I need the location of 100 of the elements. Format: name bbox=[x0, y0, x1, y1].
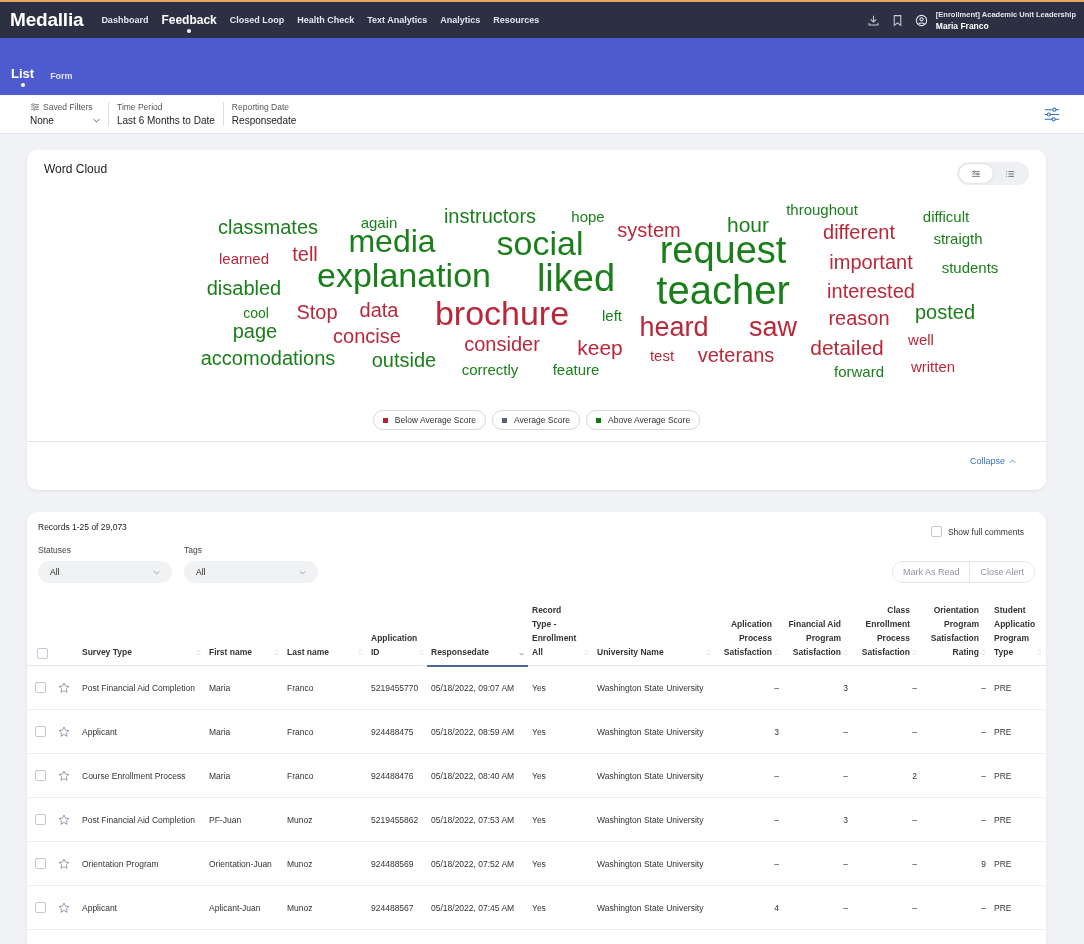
column-header[interactable]: Application ID bbox=[367, 603, 427, 666]
sort-icon[interactable] bbox=[584, 648, 589, 658]
column-header[interactable]: Record Type - Enrollment All bbox=[528, 603, 593, 666]
sort-icon[interactable] bbox=[196, 648, 201, 658]
star-icon[interactable] bbox=[58, 857, 70, 870]
cloud-word[interactable]: forward bbox=[834, 363, 884, 379]
cloud-word[interactable]: keep bbox=[577, 336, 623, 358]
cloud-word[interactable]: instructors bbox=[443, 206, 537, 226]
row-checkbox[interactable] bbox=[35, 814, 46, 826]
settings-sliders-icon[interactable] bbox=[1044, 106, 1060, 122]
checkbox-label[interactable]: Show full comments bbox=[947, 526, 1024, 537]
cloud-word[interactable]: straigth bbox=[933, 230, 983, 246]
sort-icon[interactable] bbox=[274, 648, 279, 658]
column-header[interactable]: Responsedate bbox=[427, 603, 528, 666]
user-icon[interactable] bbox=[914, 13, 928, 27]
nav-item[interactable]: Feedback bbox=[161, 13, 217, 33]
checkbox[interactable] bbox=[930, 526, 942, 537]
cloud-word[interactable]: interested bbox=[827, 281, 915, 301]
star-icon[interactable] bbox=[58, 725, 70, 738]
cloud-word[interactable]: well bbox=[908, 331, 934, 347]
row-checkbox[interactable] bbox=[35, 902, 46, 914]
saved-filters-dropdown[interactable]: None bbox=[30, 115, 100, 126]
column-header[interactable]: Financial Aid Program Satisfaction bbox=[783, 603, 852, 666]
cloud-word[interactable]: Stop bbox=[296, 302, 338, 322]
column-header[interactable]: Student Applicatio Program Type bbox=[990, 603, 1046, 666]
cloud-word[interactable]: outside bbox=[371, 350, 437, 370]
cloud-word[interactable]: feature bbox=[552, 361, 600, 377]
sort-icon[interactable] bbox=[912, 648, 917, 658]
nav-item[interactable]: Analytics bbox=[440, 15, 481, 25]
cloud-word[interactable]: concise bbox=[333, 326, 401, 346]
cloud-word[interactable]: accomodations bbox=[200, 348, 336, 368]
sort-icon[interactable] bbox=[843, 648, 848, 658]
cloud-word[interactable]: brochure bbox=[434, 296, 570, 330]
cloud-word[interactable]: classmates bbox=[218, 217, 318, 237]
star-icon[interactable] bbox=[58, 901, 70, 914]
dropdown[interactable]: All bbox=[184, 561, 318, 583]
nav-item[interactable]: Text Analytics bbox=[367, 15, 428, 25]
cloud-word[interactable]: consider bbox=[464, 334, 540, 354]
cloud-word[interactable]: students bbox=[941, 259, 999, 275]
sort-icon[interactable] bbox=[419, 648, 425, 658]
column-header[interactable]: First name bbox=[205, 603, 283, 666]
cloud-word[interactable]: data bbox=[359, 300, 399, 320]
cloud-word[interactable]: social bbox=[496, 226, 584, 260]
cloud-view-button[interactable] bbox=[959, 164, 993, 183]
column-header[interactable]: Survey Type bbox=[78, 603, 205, 666]
cloud-word[interactable]: hope bbox=[571, 208, 605, 224]
select-all-checkbox[interactable] bbox=[37, 648, 48, 660]
cloud-word[interactable]: reason bbox=[828, 308, 890, 328]
filter-value[interactable]: Last 6 Months to Date bbox=[117, 115, 215, 126]
sort-icon[interactable] bbox=[774, 648, 779, 658]
cloud-word[interactable]: explanation bbox=[317, 258, 491, 292]
row-checkbox[interactable] bbox=[35, 726, 46, 738]
cloud-word[interactable]: written bbox=[910, 358, 956, 374]
star-icon[interactable] bbox=[58, 681, 70, 694]
star-icon[interactable] bbox=[58, 769, 70, 782]
cloud-word[interactable]: tell bbox=[292, 244, 318, 264]
tab[interactable]: Form bbox=[50, 71, 73, 81]
cloud-word[interactable]: again bbox=[360, 214, 398, 230]
cloud-word[interactable]: hour bbox=[727, 213, 769, 235]
cloud-word[interactable]: veterans bbox=[697, 345, 775, 365]
cloud-word[interactable]: different bbox=[823, 222, 895, 242]
sort-icon[interactable] bbox=[706, 648, 711, 658]
column-header[interactable]: University Name bbox=[593, 603, 715, 666]
user-name[interactable]: Maria Franco bbox=[935, 20, 1076, 31]
column-header[interactable]: Last name bbox=[283, 603, 367, 666]
cloud-word[interactable]: test bbox=[649, 347, 675, 363]
cloud-word[interactable]: left bbox=[602, 307, 622, 323]
column-header[interactable]: Orientation Program Satisfaction Rating bbox=[921, 603, 990, 666]
collapse-link[interactable]: Collapse bbox=[969, 456, 1016, 466]
nav-item[interactable]: Dashboard bbox=[101, 15, 149, 25]
column-header[interactable]: Class Enrollment Process Satisfaction bbox=[852, 603, 921, 666]
dropdown[interactable]: All bbox=[38, 561, 172, 583]
row-checkbox[interactable] bbox=[35, 858, 46, 870]
sort-icon[interactable] bbox=[1037, 648, 1043, 658]
nav-item[interactable]: Resources bbox=[493, 15, 540, 25]
cloud-word[interactable]: page bbox=[232, 321, 278, 341]
cloud-word[interactable]: saw bbox=[749, 313, 797, 341]
logo[interactable]: Medallia bbox=[10, 9, 84, 31]
cloud-word[interactable]: important bbox=[829, 252, 913, 272]
sort-icon[interactable] bbox=[981, 648, 986, 658]
star-icon[interactable] bbox=[58, 813, 70, 826]
cloud-word[interactable]: difficult bbox=[922, 208, 970, 224]
cloud-word[interactable]: cool bbox=[243, 306, 269, 320]
cloud-word[interactable]: throughout bbox=[786, 201, 858, 217]
download-icon[interactable] bbox=[866, 13, 880, 27]
filter-value[interactable]: Responsedate bbox=[231, 115, 297, 126]
cloud-word[interactable]: liked bbox=[536, 259, 616, 297]
cloud-word[interactable]: detailed bbox=[810, 336, 884, 358]
cloud-word[interactable]: learned bbox=[219, 250, 269, 266]
nav-item[interactable]: Closed Loop bbox=[229, 15, 285, 25]
cloud-word[interactable]: teacher bbox=[656, 270, 790, 310]
nav-item[interactable]: Health Check bbox=[297, 15, 355, 25]
column-header[interactable]: Aplication Process Satisfaction bbox=[715, 603, 783, 666]
row-checkbox[interactable] bbox=[35, 770, 46, 782]
cloud-word[interactable]: disabled bbox=[206, 278, 282, 298]
cloud-word[interactable]: correctly bbox=[461, 361, 519, 377]
cloud-word[interactable]: heard bbox=[639, 313, 709, 341]
sort-icon[interactable] bbox=[358, 648, 363, 658]
row-checkbox[interactable] bbox=[35, 682, 46, 694]
tab[interactable]: List bbox=[11, 66, 35, 87]
